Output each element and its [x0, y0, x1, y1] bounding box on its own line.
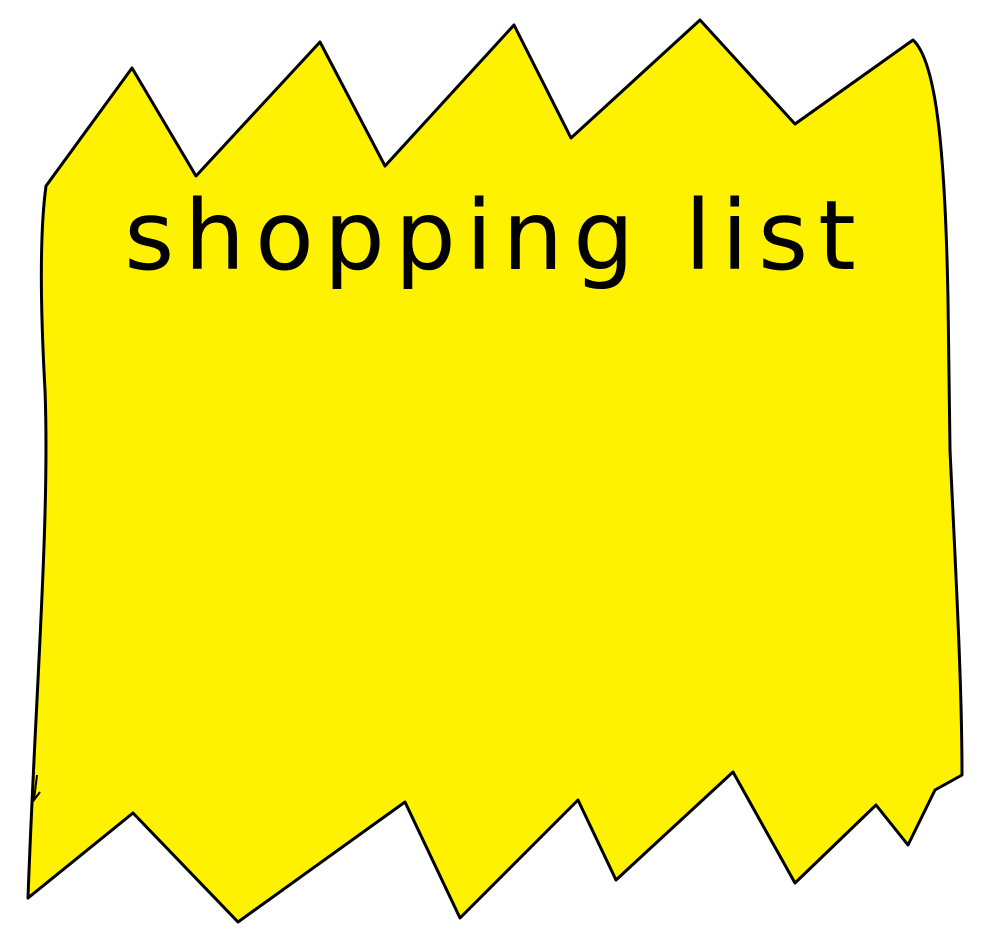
drawing-canvas	[0, 0, 990, 946]
note-drawing	[26, 18, 964, 924]
torn-paper-note	[26, 18, 964, 924]
note-title: shopping list	[124, 180, 866, 292]
